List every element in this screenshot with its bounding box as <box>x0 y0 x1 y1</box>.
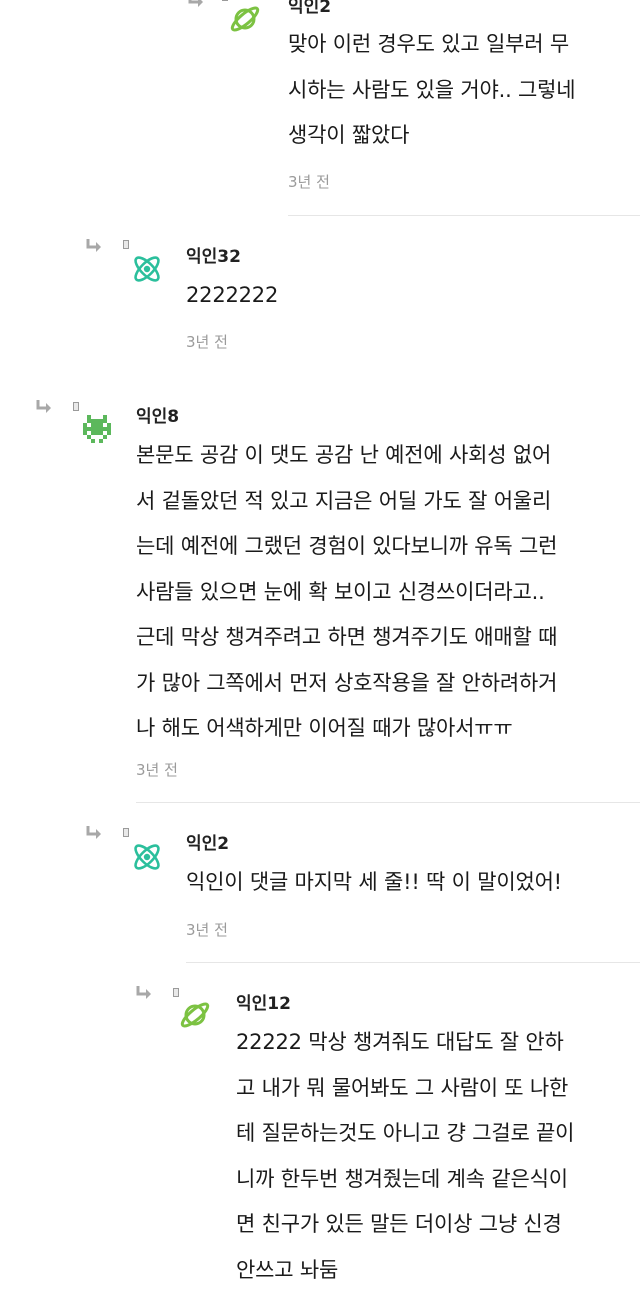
comment-body: 익인이 댓글 마지막 세 줄!! 딱 이 말이었어! <box>186 860 562 906</box>
divider <box>288 215 640 216</box>
comment-line: 고 내가 뭐 물어봐도 그 사람이 또 나한 <box>236 1066 574 1112</box>
comment-line: 익인이 댓글 마지막 세 줄!! 딱 이 말이었어! <box>186 860 562 906</box>
level-dot <box>222 0 228 1</box>
comment-author[interactable]: 익인8 <box>136 402 179 427</box>
comment-author[interactable]: 익인2 <box>288 0 331 17</box>
level-dot <box>173 988 179 997</box>
comment-line: 테 질문하는것도 아니고 걍 그걸로 끝이 <box>236 1111 574 1157</box>
space-invader-icon <box>80 412 114 446</box>
comment-line: 본문도 공감 이 댓도 공감 난 예전에 사회성 없어 <box>136 433 557 479</box>
comment-author[interactable]: 익인12 <box>236 989 291 1014</box>
comment-line: 가 많아 그쪽에서 먼저 상호작용을 잘 안하려하거 <box>136 661 557 707</box>
comment-line: 생각이 짧았다 <box>288 113 575 159</box>
comment-time: 3년 전 <box>186 331 228 352</box>
comment-line: 사람들 있으면 눈에 확 보이고 신경쓰이더라고.. <box>136 570 557 616</box>
planet-icon <box>178 998 212 1032</box>
atom-icon <box>130 840 164 874</box>
reply-arrow-icon <box>188 0 204 8</box>
comment-author[interactable]: 익인32 <box>186 242 241 267</box>
level-dot <box>73 402 79 411</box>
comment-line: 2222222 <box>186 273 278 319</box>
comment-time: 3년 전 <box>186 919 228 940</box>
comment-body: 22222 막상 챙겨줘도 대답도 잘 안하 고 내가 뭐 물어봐도 그 사람이… <box>236 1020 574 1293</box>
reply-arrow-icon <box>36 400 52 414</box>
comment-time: 3년 전 <box>136 759 178 780</box>
comment-line: 는데 예전에 그랬던 경험이 있다보니까 유독 그런 <box>136 524 557 570</box>
reply-arrow-icon <box>86 239 102 253</box>
comment-line: 니까 한두번 챙겨줬는데 계속 같은식이 <box>236 1157 574 1203</box>
planet-icon <box>228 2 262 36</box>
reply-arrow-icon <box>136 986 152 1000</box>
comment-line: 시하는 사람도 있을 거야.. 그렇네 <box>288 68 575 114</box>
comment-body: 맞아 이런 경우도 있고 일부러 무 시하는 사람도 있을 거야.. 그렇네 생… <box>288 22 575 159</box>
comment-line: 근데 막상 챙겨주려고 하면 챙겨주기도 애매할 때 <box>136 615 557 661</box>
comment-line: 면 친구가 있든 말든 더이상 그냥 신경 <box>236 1202 574 1248</box>
comment-line: 22222 막상 챙겨줘도 대답도 잘 안하 <box>236 1020 574 1066</box>
divider <box>186 962 640 963</box>
comment-body: 본문도 공감 이 댓도 공감 난 예전에 사회성 없어 서 겉돌았던 적 있고 … <box>136 433 557 752</box>
comment-time: 3년 전 <box>288 171 330 192</box>
reply-arrow-icon <box>86 826 102 840</box>
divider <box>136 802 640 803</box>
comment-line: 안쓰고 놔둠 <box>236 1248 574 1293</box>
level-dot <box>123 240 129 249</box>
comment-body: 2222222 <box>186 273 278 319</box>
level-dot <box>123 828 129 837</box>
atom-icon <box>130 252 164 286</box>
comment-author[interactable]: 익인2 <box>186 829 229 854</box>
comment-line: 나 해도 어색하게만 이어질 때가 많아서ㅠㅠ <box>136 706 557 752</box>
comment-line: 맞아 이런 경우도 있고 일부러 무 <box>288 22 575 68</box>
comment-line: 서 겉돌았던 적 있고 지금은 어딜 가도 잘 어울리 <box>136 479 557 525</box>
